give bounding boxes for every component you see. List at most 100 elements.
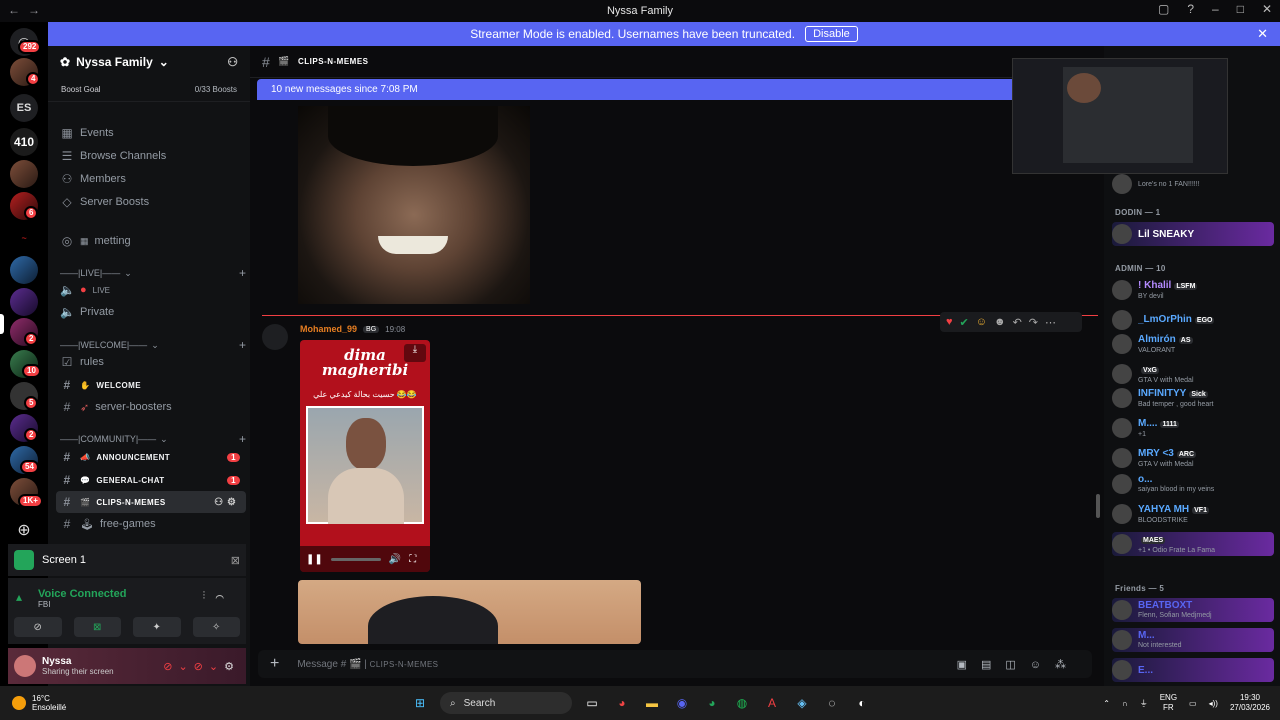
channel-metting[interactable]: ◎ ▦ metting <box>56 230 246 252</box>
language-indicator[interactable]: ENG FR <box>1160 693 1177 713</box>
fullscreen-icon[interactable]: ⛶ <box>409 554 416 565</box>
member-item[interactable]: YAHYA MH VF1 BLOODSTRIKE <box>1112 502 1274 526</box>
check-react-icon[interactable]: ✔ <box>960 316 969 329</box>
download-icon[interactable]: ⤓ <box>404 344 426 362</box>
voice-controls[interactable]: ⫶⌒ <box>203 590 234 603</box>
member-item[interactable]: MAES +1 • Odio Frate La Fama <box>1112 532 1274 556</box>
server-icon-es[interactable]: ES <box>10 94 38 122</box>
screen-share-button[interactable]: ⊠ <box>73 617 121 637</box>
app-icon[interactable]: ◌ <box>822 693 842 713</box>
nav-server-boosts[interactable]: ◇ Server Boosts <box>56 191 246 213</box>
channel-live[interactable]: 🔈 ● LIVE <box>56 279 246 301</box>
channel-general-chat[interactable]: # 💬 GENERAL-CHAT 1 <box>56 469 246 491</box>
composer-tools[interactable]: ▣▤◫☺⁂ <box>957 658 1080 671</box>
channel-welcome[interactable]: # ✋ WELCOME <box>56 374 246 396</box>
activities-button[interactable]: ✦ <box>133 617 181 637</box>
more-icon[interactable]: ⋯ <box>1045 316 1056 329</box>
server-icon[interactable] <box>10 288 38 316</box>
network-icon[interactable]: ▭ <box>1189 699 1197 708</box>
user-controls[interactable]: ⊘⌄⊘⌄⚙ <box>163 660 240 673</box>
clock[interactable]: 19:30 27/03/2026 <box>1230 693 1270 713</box>
category-live[interactable]: ——|LIVE|—— ⌄ + <box>60 266 246 280</box>
add-member-icon[interactable]: ⚇ <box>227 55 238 69</box>
image-attachment[interactable] <box>298 106 530 304</box>
scrollbar[interactable] <box>1096 494 1100 518</box>
member-item[interactable]: M.... 1111 +1 <box>1112 416 1274 440</box>
close-icon[interactable]: ✕ <box>1257 26 1268 42</box>
laugh-react-icon[interactable]: ☺ <box>976 316 987 328</box>
member-item[interactable]: Lore's no 1 FAN!!!!!! <box>1112 172 1274 196</box>
member-item[interactable]: VxG GTA V with Medal <box>1112 362 1274 386</box>
channel-private[interactable]: 🔈 Private <box>56 301 246 323</box>
member-item[interactable]: M... Not interested <box>1112 628 1274 652</box>
member-item[interactable]: MRY <3 ARC GTA V with Medal <box>1112 446 1274 470</box>
chrome-icon[interactable]: ◕ <box>612 693 632 713</box>
weather-widget[interactable]: 16°C Ensoleillé <box>12 694 66 712</box>
channel-settings-icons[interactable]: ⚇⚙ <box>214 497 240 508</box>
add-reaction-icon[interactable]: ☻ <box>994 316 1006 328</box>
member-item[interactable]: Almirón AS VALORANT <box>1112 332 1274 356</box>
screen-share-panel[interactable]: Screen 1 ⊠ <box>8 544 246 576</box>
headset-icon[interactable]: ∩ <box>1122 699 1128 708</box>
member-item[interactable]: _LmOrPhin EGO <box>1112 308 1274 332</box>
disable-button[interactable]: Disable <box>805 26 858 42</box>
heart-react-icon[interactable]: ♥ <box>946 316 953 328</box>
maximize-button[interactable]: □ <box>1237 2 1244 16</box>
mic-icon[interactable]: ⏚ <box>1140 698 1148 709</box>
volume-icon[interactable]: ◂)) <box>1209 699 1218 708</box>
soundboard-button[interactable]: ✧ <box>192 617 240 637</box>
server-icon[interactable] <box>10 160 38 188</box>
channel-server-boosters[interactable]: # ➶ server-boosters <box>56 396 246 418</box>
new-messages-bar[interactable]: 10 new messages since 7:08 PM <box>257 79 1097 100</box>
forward-icon[interactable]: ↷ <box>1029 316 1038 329</box>
windows-start-icon[interactable]: ⊞ <box>410 693 430 713</box>
server-icon[interactable] <box>10 256 38 284</box>
message-composer[interactable]: + Message # 🎬 | CLIPS-N-MEMES ▣▤◫☺⁂ <box>258 650 1092 678</box>
nav-members[interactable]: ⚇ Members <box>56 168 246 190</box>
member-item[interactable]: ! Khalil LSFM BY devil <box>1112 278 1274 302</box>
nav-events[interactable]: ▦ Events <box>56 122 246 144</box>
image-attachment[interactable] <box>298 580 641 644</box>
server-header[interactable]: ✿ Nyssa Family ⌄ ⚇ <box>48 46 250 78</box>
inbox-icon[interactable]: ▢ <box>1158 2 1169 16</box>
member-item[interactable]: INFINITYY Sick Bad temper , good heart <box>1112 386 1274 410</box>
message-author[interactable]: Mohamed_99 <box>300 324 357 334</box>
reply-icon[interactable]: ↶ <box>1013 316 1022 329</box>
file-explorer-icon[interactable]: ▬ <box>642 693 662 713</box>
channel-announcement[interactable]: # 📣 ANNOUNCEMENT 1 <box>56 446 246 468</box>
video-attachment[interactable]: dima magheribi حسيت بحالة كيدعي علي 😂😂 ⤓ … <box>300 340 430 572</box>
avatar[interactable] <box>262 324 288 350</box>
attach-icon[interactable]: + <box>270 655 279 673</box>
channel-clips-n-memes[interactable]: # 🎬 CLIPS-N-MEMES ⚇⚙ <box>56 491 246 513</box>
avatar[interactable] <box>14 655 36 677</box>
stop-stream-icon[interactable]: ⊠ <box>231 554 240 567</box>
member-item[interactable]: BEATBOXT Flenn, Sofian Medjmedj <box>1112 598 1274 622</box>
server-icon[interactable]: 410 <box>10 128 38 156</box>
help-icon[interactable]: ? <box>1187 2 1194 16</box>
discord-icon[interactable]: ◉ <box>672 693 692 713</box>
nav-browse-channels[interactable]: ☰ Browse Channels <box>56 145 246 167</box>
channel-free-games[interactable]: # 🕹 free-games <box>56 513 246 535</box>
app-icon[interactable]: A <box>762 693 782 713</box>
task-view-icon[interactable]: ▭ <box>582 693 602 713</box>
camera-off-button[interactable]: ⊘ <box>14 617 62 637</box>
window-controls[interactable]: ▢ ? – □ ✕ <box>1158 2 1272 16</box>
add-server-icon[interactable]: ⊕ <box>10 516 38 544</box>
channel-rules[interactable]: ☑ rules <box>56 351 246 373</box>
server-icon[interactable]: ~ <box>10 224 38 252</box>
category-community[interactable]: ——|COMMUNITY|—— ⌄ + <box>60 432 246 446</box>
taskbar-search[interactable]: ⌕ Search <box>440 692 572 714</box>
chevron-up-icon[interactable]: ⌃ <box>1103 699 1110 708</box>
chrome-icon[interactable]: ◕ <box>702 693 722 713</box>
stream-preview[interactable] <box>1012 58 1228 174</box>
close-window-button[interactable]: ✕ <box>1262 2 1272 16</box>
add-channel-icon[interactable]: + <box>239 432 246 446</box>
minimize-button[interactable]: – <box>1212 2 1219 16</box>
member-item[interactable]: E... <box>1112 658 1274 682</box>
obs-icon[interactable]: ◐ <box>852 693 872 713</box>
steam-icon[interactable]: ◈ <box>792 693 812 713</box>
add-channel-icon[interactable]: + <box>239 266 246 280</box>
spotify-icon[interactable]: ◍ <box>732 693 752 713</box>
pause-icon[interactable]: ❚❚ <box>306 554 323 565</box>
volume-icon[interactable]: 🔊 <box>389 554 401 565</box>
